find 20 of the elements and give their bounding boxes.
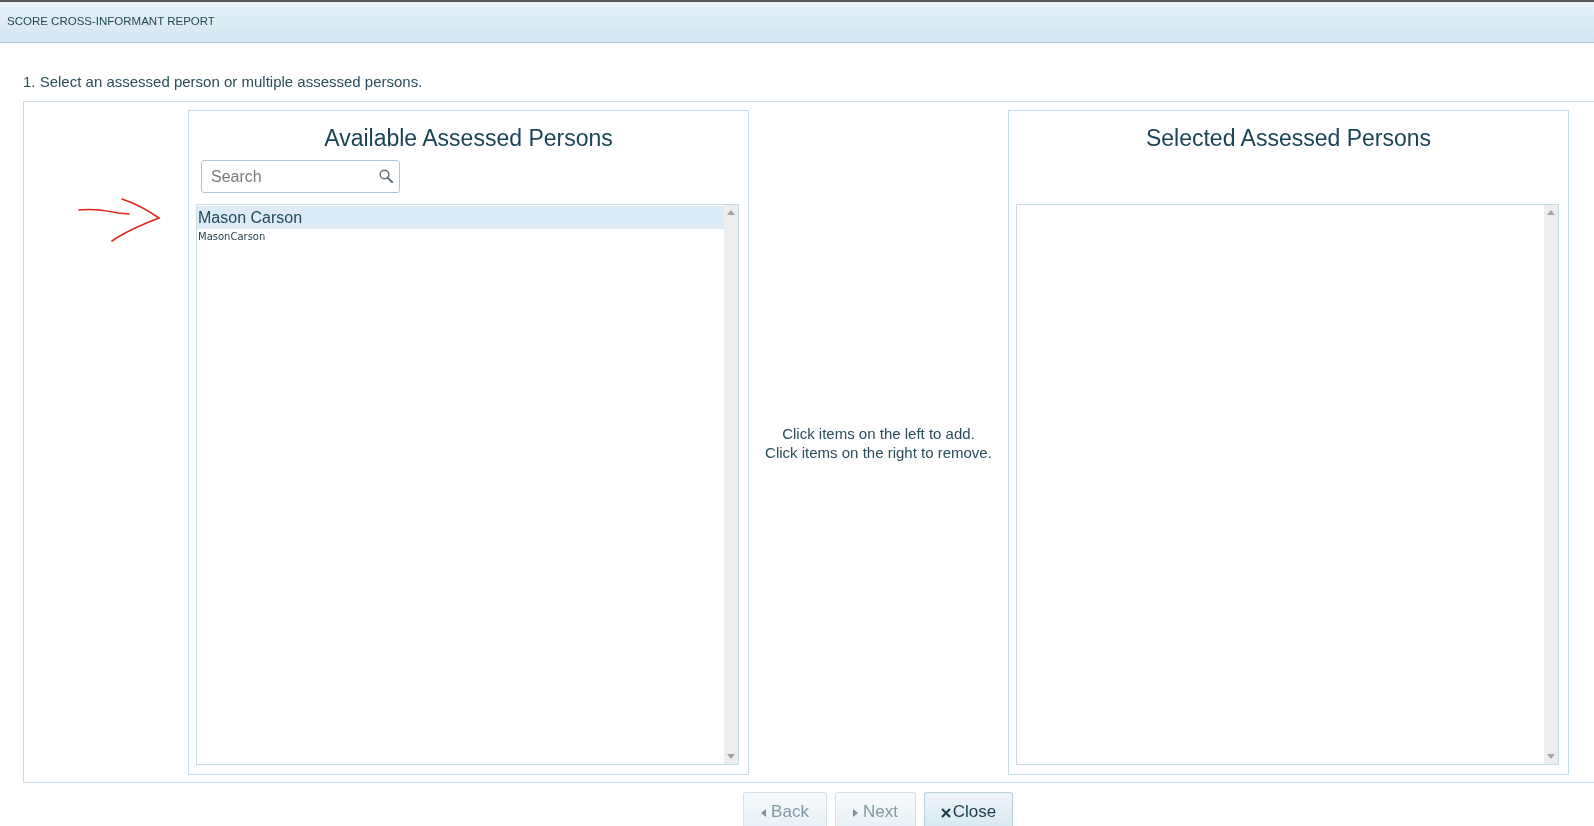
scroll-up-icon[interactable] — [1547, 210, 1555, 215]
step-instruction: 1. Select an assessed person or multiple assessed persons. — [23, 73, 423, 91]
scrollbar[interactable] — [724, 205, 738, 764]
scroll-down-icon[interactable] — [1547, 754, 1555, 759]
list-item-username: MasonCarson — [197, 230, 266, 243]
close-icon — [940, 808, 951, 818]
triangle-left-icon — [761, 809, 767, 817]
window-title: SCORE CROSS-INFORMANT REPORT — [7, 14, 215, 30]
search-field[interactable]: Search — [201, 160, 400, 193]
scrollbar[interactable] — [1544, 205, 1558, 764]
scroll-up-icon[interactable] — [727, 210, 735, 215]
list-item[interactable]: Mason Carson — [197, 206, 724, 229]
scroll-down-icon[interactable] — [727, 754, 735, 759]
close-button[interactable]: Close — [924, 792, 1013, 826]
hint-text: Click items on the left to add. — [782, 423, 975, 443]
hint-text: Click items on the right to remove. — [765, 442, 992, 462]
panel-heading: Available Assessed Persons — [323, 124, 614, 153]
triangle-right-icon — [853, 809, 858, 817]
search-icon — [379, 169, 393, 183]
panel-heading: Selected Assessed Persons — [1144, 124, 1433, 153]
